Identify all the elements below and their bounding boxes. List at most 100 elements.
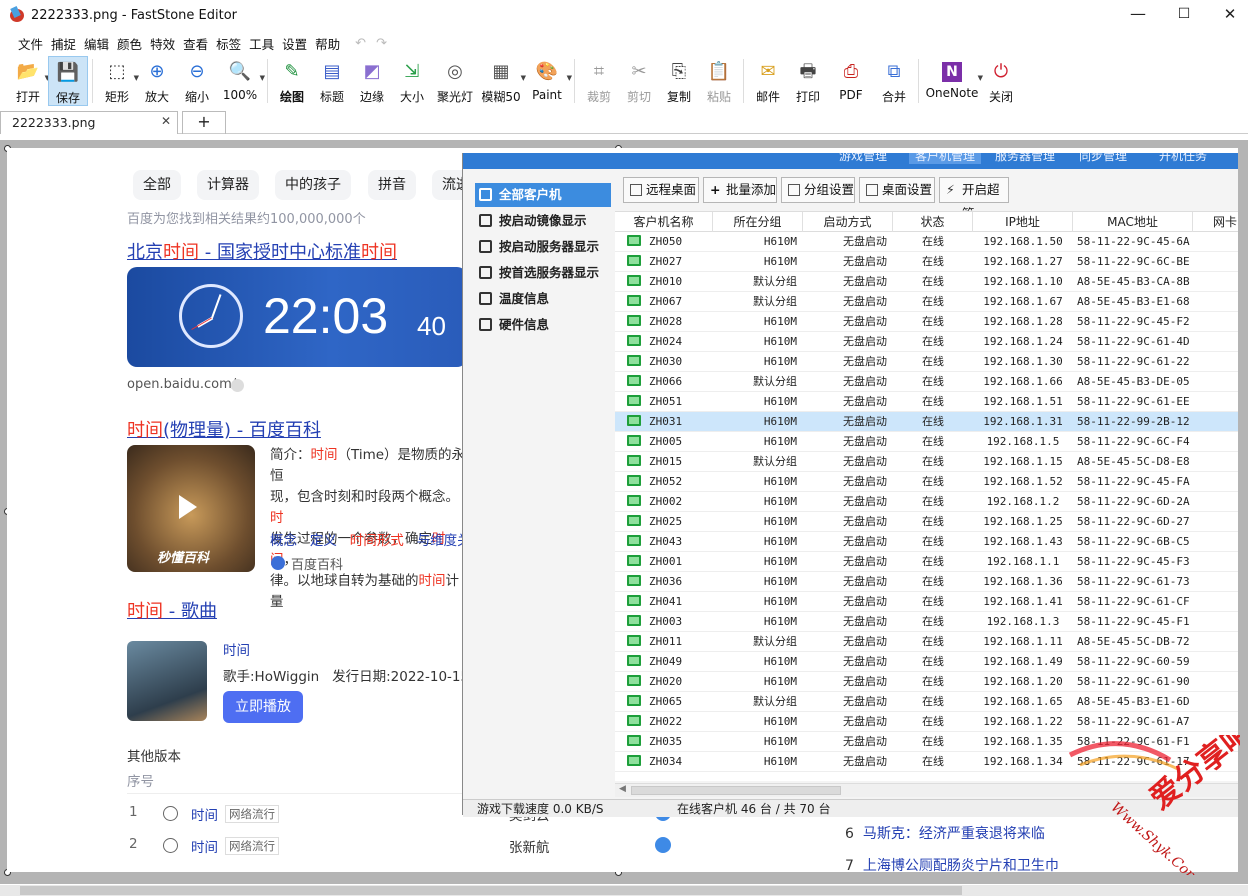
table-row[interactable]: ZH027 H610M 无盘启动 在线 192.168.1.27 58-11-22-9C-… (615, 252, 1238, 272)
toolbar-paste-button[interactable]: 📋 粘贴 (699, 56, 739, 106)
toolbar-print-button[interactable]: 🖶 打印 (788, 56, 828, 106)
close-window-button[interactable]: ✕ (1207, 0, 1248, 30)
toolbar-zoomout-button[interactable]: ⊖ 缩小 (177, 56, 217, 106)
hot-news-item[interactable]: 7 上海博公厕配肠炎宁片和卫生巾 (845, 855, 1059, 872)
toolbar-open-button[interactable]: 📂打开▼ (8, 56, 50, 106)
table-row[interactable]: ZH003 H610M 无盘启动 在线 192.168.1.3 58-11-22-9C-4… (615, 612, 1238, 632)
baike-thumbnail[interactable]: 秒懂百科 (127, 445, 255, 572)
table-row[interactable]: ZH035 H610M 无盘启动 在线 192.168.1.35 58-11-22-9C-… (615, 732, 1238, 752)
menu-settings[interactable]: 设置 (278, 34, 311, 53)
col-status[interactable]: 状态 (893, 212, 973, 232)
toolbar-cut-button[interactable]: ✂ 剪切 (619, 56, 659, 106)
col-mac[interactable]: MAC地址 (1073, 212, 1193, 232)
table-row[interactable]: ZH049 H610M 无盘启动 在线 192.168.1.49 58-11-22-9C-… (615, 652, 1238, 672)
toolbar-crop-button[interactable]: ⌗ 裁剪 (579, 56, 619, 106)
top-tab[interactable]: 同步管理 (1079, 153, 1127, 164)
toolbar-caption-button[interactable]: ▤ 标题 (312, 56, 352, 106)
table-row[interactable]: ZH030 H610M 无盘启动 在线 192.168.1.30 58-11-22-9C-… (615, 352, 1238, 372)
batch-add-button[interactable]: + 批量添加 (703, 177, 777, 203)
menu-edit[interactable]: 编辑 (80, 34, 113, 53)
song-cover[interactable] (127, 641, 207, 721)
table-row[interactable]: ZH024 H610M 无盘启动 在线 192.168.1.24 58-11-22-9C-… (615, 332, 1238, 352)
menu-color[interactable]: 颜色 (113, 34, 146, 53)
table-row[interactable]: ZH043 H610M 无盘启动 在线 192.168.1.43 58-11-22-9C-… (615, 532, 1238, 552)
scrollbar-thumb[interactable] (20, 886, 962, 895)
menu-tabs[interactable]: 标签 (212, 34, 245, 53)
col-ip[interactable]: IP地址 (973, 212, 1073, 232)
toolbar-resize-button[interactable]: ⇲ 大小 (392, 56, 432, 106)
baike-link[interactable]: 时间形式 (350, 533, 404, 549)
col-client-name[interactable]: 客户机名称 (615, 212, 713, 232)
table-row[interactable]: ZH041 H610M 无盘启动 在线 192.168.1.41 58-11-22-9C-… (615, 592, 1238, 612)
table-row[interactable]: ZH005 H610M 无盘启动 在线 192.168.1.5 58-11-22-9C-6… (615, 432, 1238, 452)
table-row[interactable]: ZH022 H610M 无盘启动 在线 192.168.1.22 58-11-22-9C-… (615, 712, 1238, 732)
table-row[interactable]: ZH067 默认分组 无盘启动 在线 192.168.1.67 A8-5E-45-B3-E… (615, 292, 1238, 312)
table-row[interactable]: ZH028 H610M 无盘启动 在线 192.168.1.28 58-11-22-9C-… (615, 312, 1238, 332)
table-row[interactable]: ZH066 默认分组 无盘启动 在线 192.168.1.66 A8-5E-45-B3-D… (615, 372, 1238, 392)
nav-hardware[interactable]: 硬件信息 (475, 313, 611, 337)
group-settings-button[interactable]: 分组设置 (781, 177, 855, 203)
top-tab[interactable]: 服务器管理 (995, 153, 1055, 164)
menu-view[interactable]: 查看 (179, 34, 212, 53)
menu-capture[interactable]: 捕捉 (47, 34, 80, 53)
table-row[interactable]: ZH031 H610M 无盘启动 在线 192.168.1.31 58-11-22-99-… (615, 412, 1238, 432)
dropdown-arrow-icon[interactable]: ▼ (567, 74, 572, 82)
table-row[interactable]: ZH052 H610M 无盘启动 在线 192.168.1.52 58-11-22-9C-… (615, 472, 1238, 492)
table-row[interactable]: ZH051 H610M 无盘启动 在线 192.168.1.51 58-11-22-9C-… (615, 392, 1238, 412)
menu-tools[interactable]: 工具 (245, 34, 278, 53)
toolbar-spotlight-button[interactable]: ◎ 聚光灯 (432, 56, 478, 106)
super-admin-button[interactable]: ⚡开启超管 (939, 177, 1009, 221)
table-row[interactable]: ZH025 H610M 无盘启动 在线 192.168.1.25 58-11-22-9C-… (615, 512, 1238, 532)
image-canvas[interactable]: 全部 计算器 中的孩子 拼音 流逝 百度为您找到相关结果约100,000,000… (0, 140, 1248, 884)
desktop-settings-button[interactable]: 桌面设置 (859, 177, 935, 203)
toolbar-rect-button[interactable]: ⬚ 矩形 ▼ (97, 56, 139, 106)
toolbar-onenote-button[interactable]: N OneNote ▼ (923, 56, 983, 106)
canvas-horizontal-scrollbar[interactable] (0, 885, 1248, 896)
table-row[interactable]: ZH034 H610M 无盘启动 在线 192.168.1.34 58-11-22-9C-… (615, 752, 1238, 772)
table-row[interactable]: ZH020 H610M 无盘启动 在线 192.168.1.20 58-11-22-9C-… (615, 672, 1238, 692)
scroll-left-icon[interactable]: ◀ (619, 784, 626, 794)
toolbar-mail-button[interactable]: ✉ 邮件 (748, 56, 788, 106)
toolbar-blur-button[interactable]: ▦ 模糊50 ▼ (478, 56, 526, 106)
col-group[interactable]: 所在分组 (713, 212, 803, 232)
top-tab[interactable]: 开机任务 (1159, 153, 1207, 164)
table-row[interactable]: ZH065 默认分组 无盘启动 在线 192.168.1.65 A8-5E-45-B3-E… (615, 692, 1238, 712)
toolbar-draw-button[interactable]: ✎ 绘图 (272, 56, 312, 106)
document-tab[interactable]: 2222333.png ✕ (0, 111, 178, 134)
menu-help[interactable]: 帮助 (311, 34, 344, 53)
maximize-button[interactable]: ☐ (1161, 0, 1207, 30)
horizontal-scrollbar[interactable]: ◀ (615, 783, 1238, 797)
menu-effects[interactable]: 特效 (146, 34, 179, 53)
table-row[interactable]: ZH036 H610M 无盘启动 在线 192.168.1.36 58-11-22-9C-… (615, 572, 1238, 592)
top-tab[interactable]: 客户机管理 (909, 153, 982, 164)
scrollbar-thumb[interactable] (631, 786, 841, 795)
song-title[interactable]: 时间 (223, 639, 250, 659)
table-row[interactable]: ZH002 H610M 无盘启动 在线 192.168.1.2 58-11-22-9C-6… (615, 492, 1238, 512)
toolbar-zoomin-button[interactable]: ⊕ 放大 (137, 56, 177, 106)
redo-icon[interactable]: ↷ (371, 36, 392, 51)
table-row[interactable]: ZH001 H610M 无盘启动 在线 192.168.1.1 58-11-22-9C-4… (615, 552, 1238, 572)
play-now-button[interactable]: 立即播放 (223, 691, 303, 723)
remote-desktop-button[interactable]: 远程桌面 (623, 177, 699, 203)
nav-all-clients[interactable]: 全部客户机 (475, 183, 611, 207)
hot-news-item[interactable]: 6 马斯克：经济严重衰退将来临 (845, 823, 1045, 843)
toolbar-zoom100-button[interactable]: 🔍 100% ▼ (217, 56, 265, 106)
tab-close-icon[interactable]: ✕ (161, 114, 171, 128)
menu-file[interactable]: 文件 (14, 34, 47, 53)
toolbar-edge-button[interactable]: ◩ 边缘 (352, 56, 392, 106)
new-tab-button[interactable]: + (182, 111, 226, 134)
top-tab[interactable]: 游戏管理 (839, 153, 887, 164)
nav-temperature[interactable]: 温度信息 (475, 287, 611, 311)
nav-by-preferred-server[interactable]: 按首选服务器显示 (475, 261, 611, 285)
dropdown-arrow-icon[interactable]: ▼ (260, 74, 265, 82)
col-boot-mode[interactable]: 启动方式 (803, 212, 893, 232)
version-row[interactable]: 2 时间 网络流行 张新航 (127, 836, 687, 856)
table-row[interactable]: ZH015 默认分组 无盘启动 在线 192.168.1.15 A8-5E-45-5C-D… (615, 452, 1238, 472)
table-row[interactable]: ZH011 默认分组 无盘启动 在线 192.168.1.11 A8-5E-45-5C-D… (615, 632, 1238, 652)
undo-icon[interactable]: ↶ (350, 36, 371, 51)
table-row[interactable]: ZH010 默认分组 无盘启动 在线 192.168.1.10 A8-5E-45-B3-C… (615, 272, 1238, 292)
nav-by-boot-server[interactable]: 按启动服务器显示 (475, 235, 611, 259)
toolbar-merge-button[interactable]: ⧉ 合并 (874, 56, 914, 106)
baike-link[interactable]: 概念 (270, 533, 297, 549)
toolbar-closebtn-button[interactable]: ⏻ 关闭 (981, 56, 1021, 106)
